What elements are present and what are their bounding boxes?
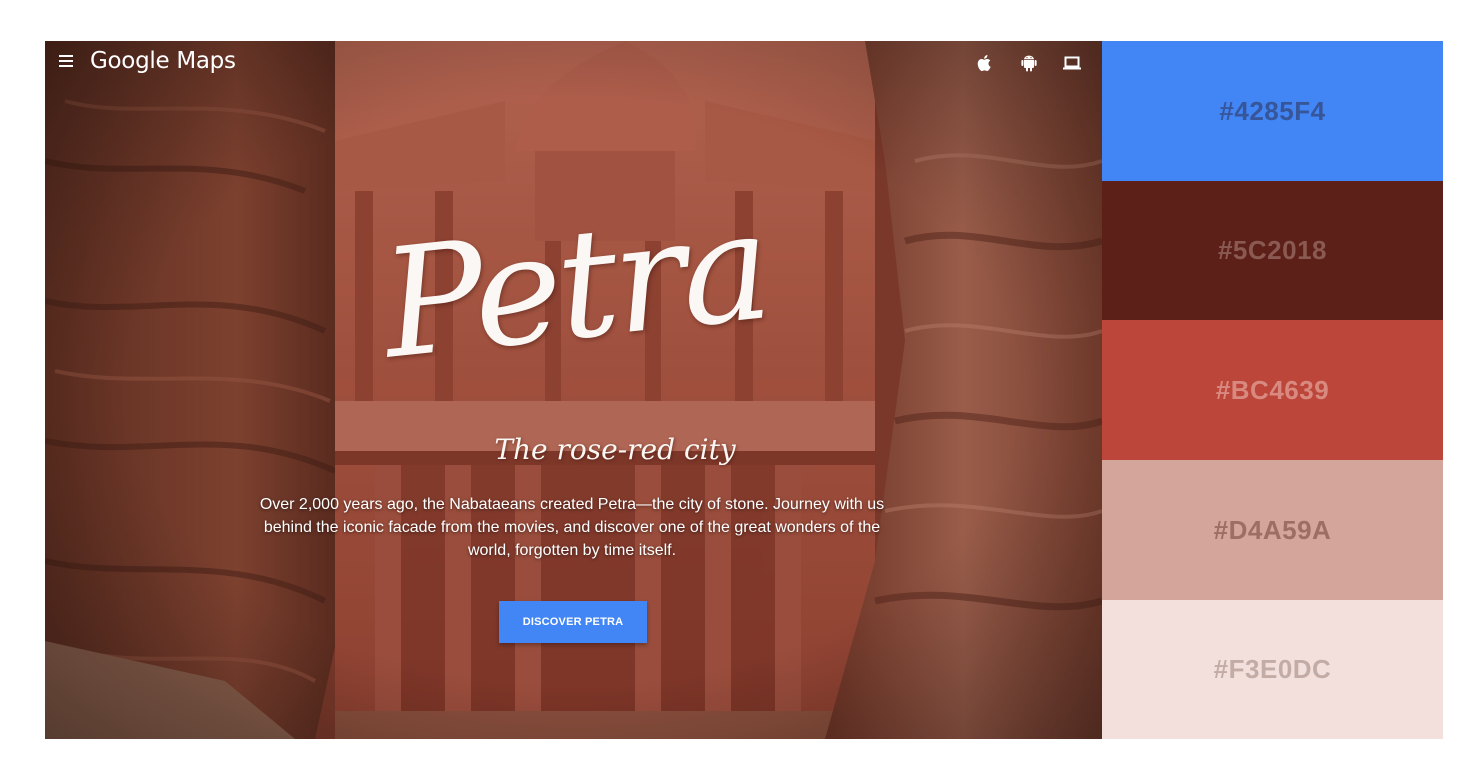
swatch-label: #F3E0DC [1213, 654, 1332, 684]
laptop-icon[interactable] [1062, 53, 1082, 73]
hero-description: Over 2,000 years ago, the Nabataeans cre… [259, 496, 885, 559]
hamburger-menu-icon[interactable] [59, 55, 73, 67]
hero-title: Petra [374, 179, 776, 393]
swatch-label: #D4A59A [1213, 514, 1332, 545]
google-maps-logo[interactable]: Google Maps [90, 48, 236, 74]
swatch-pale-pink: #F3E0DC [1102, 600, 1443, 739]
swatch-blue: #4285F4 [1102, 41, 1443, 181]
hero-title-block: Petra The rose-red city [315, 179, 835, 511]
swatch-label: #5C2018 [1217, 235, 1328, 265]
swatch-dark-brown: #5C2018 [1102, 181, 1443, 320]
hero-subtitle: The rose-red city [494, 433, 736, 466]
swatch-label: #4285F4 [1219, 95, 1326, 126]
top-bar: Google Maps [45, 41, 1102, 85]
color-palette: #4285F4 #5C2018 #BC4639 #D4A59A #F3E0DC [1102, 41, 1443, 739]
discover-petra-button[interactable]: DISCOVER PETRA [499, 601, 647, 643]
apple-icon[interactable] [975, 53, 995, 73]
swatch-dusty-pink: #D4A59A [1102, 460, 1443, 600]
android-icon[interactable] [1019, 53, 1039, 73]
hero-section: Google Maps Petra The rose-red city Over… [45, 41, 1102, 739]
screenshot-frame: Google Maps Petra The rose-red city Over… [45, 41, 1443, 739]
swatch-label: #BC4639 [1215, 374, 1330, 405]
swatch-rust-red: #BC4639 [1102, 320, 1443, 460]
